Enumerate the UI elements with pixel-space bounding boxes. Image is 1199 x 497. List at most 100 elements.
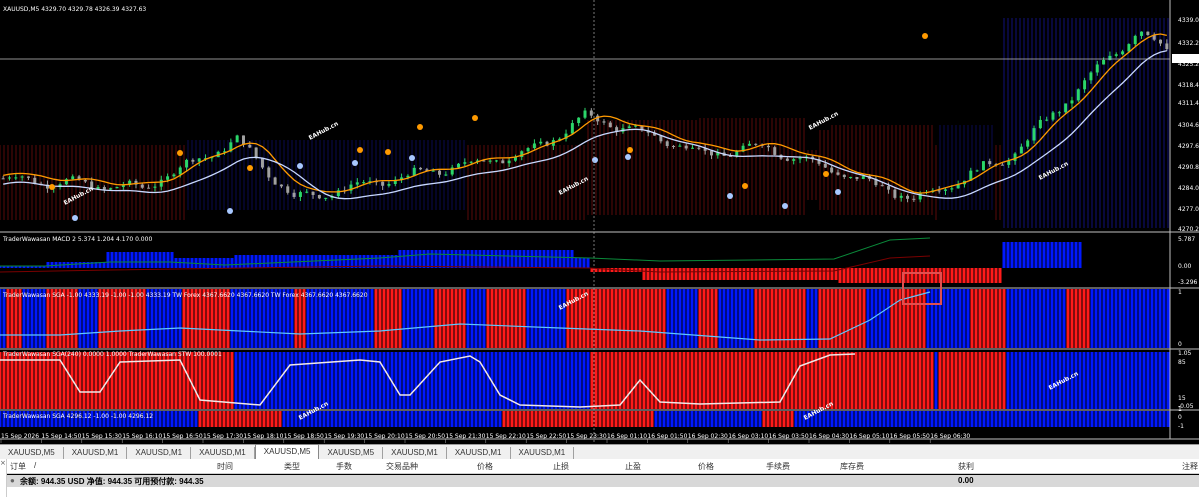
col-price[interactable]: 价格 — [477, 461, 493, 472]
candle-body — [26, 176, 30, 178]
time-tick: 15 Sep 22:50 — [526, 433, 566, 440]
chart-tab[interactable]: XAUUSD,M5 — [254, 444, 320, 459]
candle-body — [1026, 140, 1030, 147]
col-order[interactable]: 订单 — [10, 461, 26, 472]
candle-body — [589, 110, 593, 116]
candle-body — [1159, 39, 1163, 44]
candle-body — [747, 143, 751, 146]
price-tick: 4311.40 — [1178, 100, 1199, 107]
sga-header: TraderWawasan SGA -1.00 4333.19 -1.00 -1… — [2, 292, 368, 299]
col-sort[interactable]: / — [34, 461, 36, 470]
watermark-text: EAHub.cn — [558, 175, 590, 196]
col-commission[interactable]: 手续费 — [766, 461, 790, 472]
candle-body — [950, 188, 954, 190]
time-tick: 15 Sep 16:10 — [122, 433, 162, 440]
chart-tab[interactable]: XAUUSD,M1 — [191, 447, 255, 459]
signal-dot-orange — [177, 150, 183, 156]
candle-body — [583, 110, 587, 118]
price-tick: 4290.80 — [1178, 164, 1199, 171]
candle-body — [1064, 103, 1068, 113]
signal-dot-blue — [72, 215, 78, 221]
signal-dot-orange — [357, 147, 363, 153]
candle-body — [1133, 35, 1137, 45]
time-tick: 16 Sep 01:10 — [607, 433, 647, 440]
signal-dot-orange — [742, 183, 748, 189]
candle-body — [1070, 100, 1074, 104]
chart-tab[interactable]: XAUUSD,M1 — [127, 447, 192, 459]
watermark-text: EAHub.cn — [63, 185, 95, 206]
time-tick: 15 Sep 21:30 — [445, 433, 485, 440]
candle-body — [937, 190, 941, 192]
candle-body — [627, 126, 631, 129]
col-profit[interactable]: 获利 — [958, 461, 974, 472]
chart-tabs: XAUUSD,M5 XAUUSD,M1 XAUUSD,M1 XAUUSD,M1 XAUU… — [0, 444, 1199, 459]
chart-tab[interactable]: XAUUSD,M1 — [447, 447, 511, 459]
signal-dot-orange — [385, 149, 391, 155]
candle-body — [684, 145, 688, 149]
macd-tick: 0.00 — [1178, 263, 1192, 270]
watermark-text: EAHub.cn — [308, 120, 340, 141]
candle-body — [1051, 112, 1055, 120]
candle-body — [248, 144, 252, 148]
chart-tab[interactable]: XAUUSD,M5 — [0, 447, 64, 459]
col-lots[interactable]: 手数 — [336, 461, 352, 472]
candle-body — [241, 135, 245, 145]
col-comment[interactable]: 注释 — [1182, 461, 1198, 472]
signal-dot-blue — [782, 203, 788, 209]
candle-body — [975, 170, 979, 172]
candle-body — [1032, 128, 1036, 141]
stoch-tick: 1.05 — [1178, 350, 1192, 357]
col-type[interactable]: 类型 — [284, 461, 300, 472]
candle-body — [861, 176, 865, 179]
time-tick: 16 Sep 06:30 — [930, 433, 970, 440]
candle-body — [14, 177, 18, 179]
toolbox-close-icon[interactable]: × — [0, 459, 7, 497]
col-sl[interactable]: 止损 — [553, 461, 569, 472]
candle-body — [109, 188, 113, 190]
sga2-tick: -1 — [1178, 423, 1184, 430]
col-symbol[interactable]: 交易品种 — [386, 461, 418, 472]
chart-tab[interactable]: XAUUSD,M5 — [319, 447, 384, 459]
sga2-header: TraderWawasan SGA 4296.12 -1.00 -1.00 42… — [2, 413, 153, 420]
candle-body — [140, 184, 144, 188]
chart-canvas[interactable]: XAUUSD,M5 4329.70 4329.78 4326.39 4327.6… — [0, 0, 1199, 444]
chart-tab[interactable]: XAUUSD,M1 — [64, 447, 128, 459]
stoch-header: TraderWawasan SGA(240) 0.0000 1.0000 Tra… — [2, 351, 222, 358]
col-price2[interactable]: 价格 — [698, 461, 714, 472]
candle-body — [292, 192, 296, 197]
signal-dot-blue — [409, 155, 415, 161]
price-tick: 4297.60 — [1178, 143, 1199, 150]
candle-body — [773, 147, 777, 155]
candle-body — [305, 191, 309, 193]
chart-tab[interactable]: XAUUSD,M1 — [511, 447, 575, 459]
col-time[interactable]: 时间 — [217, 461, 233, 472]
candle-body — [267, 167, 271, 178]
macd-header: TraderWawasan MACD 2 5.374 1.204 4.170 0… — [2, 236, 152, 243]
candle-body — [178, 167, 182, 175]
price-tick: 4270.20 — [1178, 226, 1199, 233]
candle-body — [823, 163, 827, 168]
candle-body — [457, 163, 461, 168]
balance-text: 余额: 944.35 USD 净值: 944.35 可用预付款: 944.35 — [20, 477, 204, 486]
candle-body — [880, 185, 884, 187]
candle-body — [254, 147, 258, 159]
candle-body — [494, 160, 498, 162]
candle-body — [1013, 153, 1017, 161]
candle-body — [279, 184, 283, 187]
stoch-tick: 15 — [1178, 395, 1186, 402]
sga-tick: 1 — [1178, 289, 1182, 296]
candle-body — [1057, 112, 1061, 114]
candle-body — [159, 179, 163, 187]
chart-tab[interactable]: XAUUSD,M1 — [383, 447, 447, 459]
time-tick: 16 Sep 04:30 — [809, 433, 849, 440]
col-tp[interactable]: 止盈 — [625, 461, 641, 472]
balance-row[interactable]: ● 余额: 944.35 USD 净值: 944.35 可用预付款: 944.3… — [0, 475, 1199, 487]
col-swap[interactable]: 库存费 — [840, 461, 864, 472]
time-tick: 16 Sep 05:10 — [849, 433, 889, 440]
chart-area[interactable]: XAUUSD,M5 4329.70 4329.78 4326.39 4327.6… — [0, 0, 1199, 444]
time-tick: 16 Sep 01:50 — [647, 433, 687, 440]
candle-body — [469, 161, 473, 163]
candle-body — [438, 170, 442, 175]
signal-dot-blue — [352, 160, 358, 166]
price-tick: 4277.00 — [1178, 206, 1199, 213]
